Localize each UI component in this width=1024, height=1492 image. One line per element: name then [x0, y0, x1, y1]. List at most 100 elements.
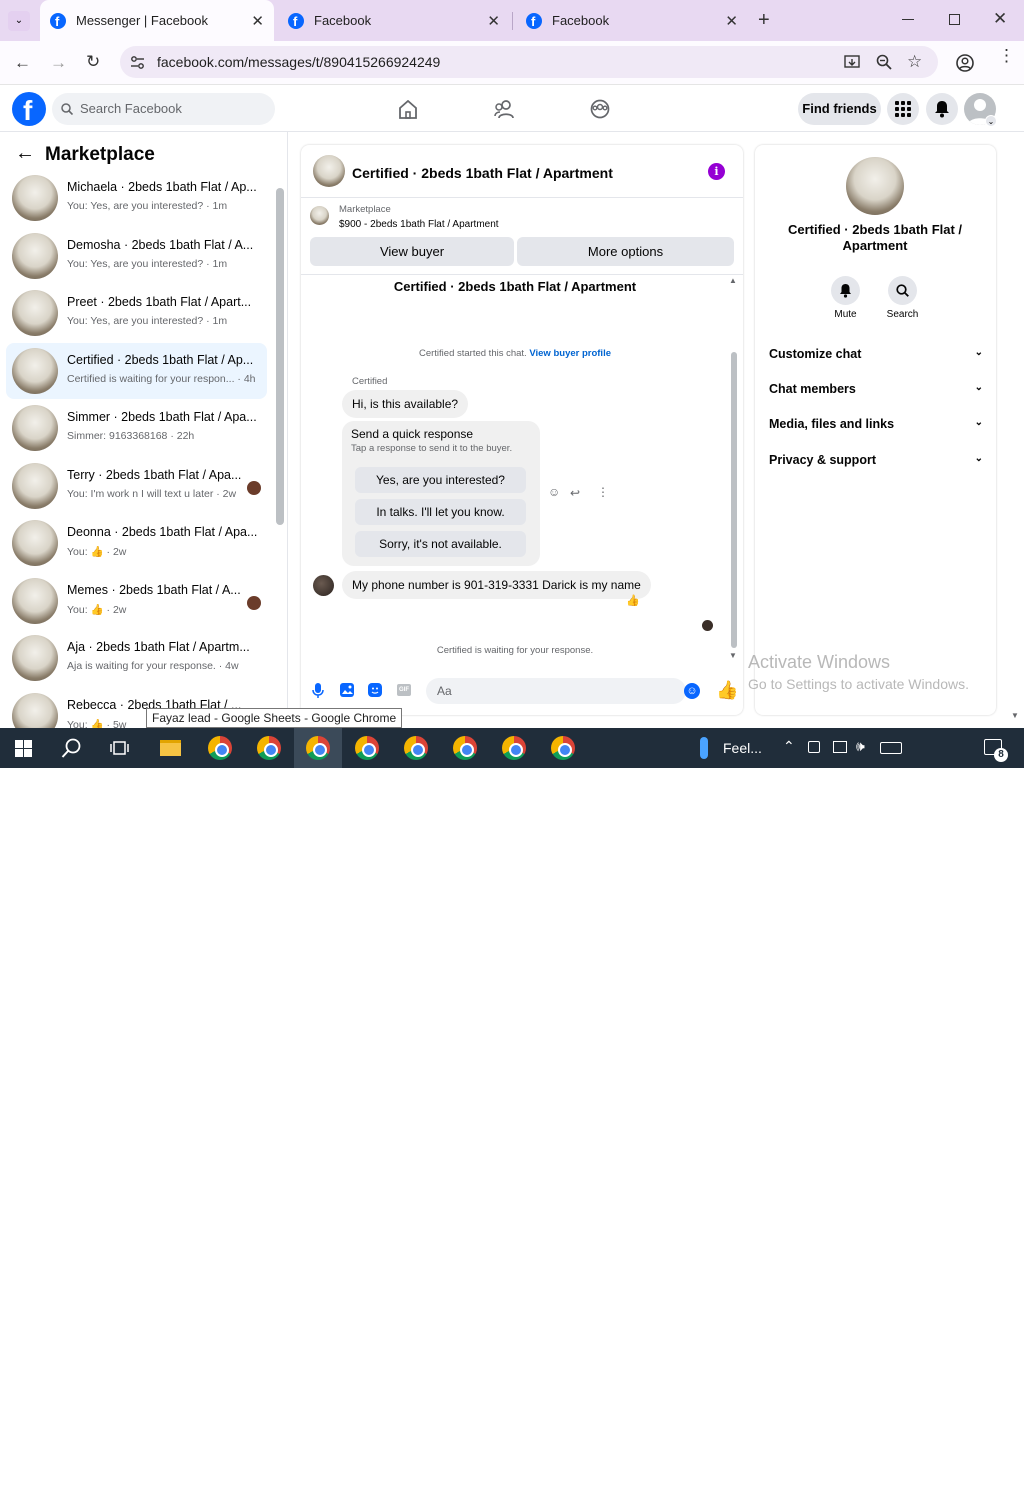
restore-icon[interactable]	[949, 14, 960, 25]
clock-date[interactable]: 1/25/2026	[913, 1478, 983, 1492]
back-arrow-icon[interactable]: ←	[15, 142, 35, 165]
chat-avatar[interactable]	[313, 155, 345, 187]
clock-time[interactable]: 7:57 PM	[918, 1461, 978, 1475]
gif-icon[interactable]: GIF	[397, 684, 411, 696]
close-icon[interactable]: ✕	[487, 12, 500, 30]
file-explorer-icon[interactable]	[160, 740, 181, 756]
sidebar-scrollbar[interactable]	[276, 188, 284, 525]
activate-windows-title: Activate Windows	[748, 652, 891, 672]
chrome-icon[interactable]	[355, 736, 379, 760]
page-scroll-down-icon[interactable]: ▼	[1011, 711, 1019, 720]
conversation-item[interactable]: Preet · 2beds 1bath Flat / Apart... You: …	[6, 285, 267, 341]
site-info-icon[interactable]	[130, 55, 145, 70]
buyer-avatar[interactable]	[313, 575, 334, 596]
windows-start-icon[interactable]	[15, 740, 32, 757]
window-close-icon[interactable]: ✕	[993, 9, 1007, 29]
task-view-icon[interactable]	[110, 739, 129, 757]
customize-chat-section[interactable]: Customize chat ⌄	[769, 347, 983, 361]
reload-icon[interactable]: ↻	[86, 52, 100, 72]
friends-icon[interactable]	[494, 100, 516, 119]
profile-icon[interactable]	[956, 54, 974, 72]
reply-icon[interactable]: ↩	[570, 486, 580, 500]
chrome-icon[interactable]	[257, 736, 281, 760]
scroll-down-icon[interactable]: ▼	[729, 651, 737, 660]
chrome-icon[interactable]	[404, 736, 428, 760]
waiting-notice: Certified is waiting for your response.	[436, 645, 594, 656]
conversation-item[interactable]: Michaela · 2beds 1bath Flat / Ap... You: …	[6, 170, 267, 226]
close-icon[interactable]: ✕	[251, 12, 264, 30]
more-options-button[interactable]: More options	[517, 237, 734, 266]
message-input[interactable]: Aa ☺	[426, 678, 700, 704]
microphone-icon[interactable]	[312, 683, 324, 699]
conversation-item[interactable]: Demosha · 2beds 1bath Flat / A... You: Ye…	[6, 228, 267, 284]
emoji-icon[interactable]: ☺	[684, 683, 700, 699]
close-icon[interactable]: ✕	[725, 12, 738, 30]
keyboard-icon[interactable]	[880, 742, 902, 754]
conversation-preview: You: Yes, are you interested? · 1m	[67, 315, 228, 327]
conversation-item[interactable]: Terry · 2beds 1bath Flat / Apa... You: I'…	[6, 458, 267, 514]
back-arrow-icon[interactable]: ←	[14, 53, 31, 73]
new-tab-plus-icon[interactable]: +	[758, 9, 770, 32]
network-icon[interactable]	[833, 741, 847, 753]
more-actions-icon[interactable]: ⋮	[597, 485, 609, 499]
find-friends-button[interactable]: Find friends	[798, 93, 881, 125]
chat-members-section[interactable]: Chat members ⌄	[769, 382, 983, 396]
chat-scrollbar[interactable]	[731, 352, 737, 648]
forward-arrow-icon[interactable]: →	[50, 53, 67, 73]
volume-icon[interactable]: 🕪	[856, 738, 865, 755]
notifications-button[interactable]	[926, 93, 958, 125]
quick-response-yes-button[interactable]: Yes, are you interested?	[355, 467, 526, 493]
react-smiley-icon[interactable]: ☺	[548, 485, 560, 499]
browser-tab-messenger[interactable]: f Messenger | Facebook ✕	[40, 0, 274, 41]
account-chevron-icon[interactable]: ⌄	[985, 115, 997, 127]
photo-icon[interactable]	[340, 683, 354, 697]
message-bubble[interactable]: Hi, is this available?	[342, 390, 469, 418]
search-icon[interactable]	[61, 738, 82, 759]
scroll-up-icon[interactable]: ▲	[729, 276, 737, 285]
zoom-icon[interactable]	[876, 54, 892, 70]
mute-button[interactable]	[831, 276, 860, 305]
search-conversation-button[interactable]	[888, 276, 917, 305]
phone-message-bubble[interactable]: My phone number is 901-319-3331 Darick i…	[342, 571, 651, 599]
divider	[301, 197, 743, 198]
install-app-icon[interactable]	[844, 54, 860, 70]
conversation-item[interactable]: Aja · 2beds 1bath Flat / Apartm... Aja is…	[6, 630, 267, 686]
tray-device-icon[interactable]	[808, 741, 820, 753]
chrome-icon[interactable]	[502, 736, 526, 760]
info-icon[interactable]: i	[708, 163, 725, 180]
tray-chevron-up-icon[interactable]: ⌃	[783, 738, 795, 755]
weather-text[interactable]: Feel...	[723, 740, 762, 756]
chrome-icon[interactable]	[306, 736, 330, 760]
minimize-icon[interactable]	[902, 19, 914, 20]
listing-thumbnail[interactable]	[310, 206, 329, 225]
tab-search-button[interactable]: ⌄	[8, 11, 30, 31]
chrome-icon[interactable]	[551, 736, 575, 760]
media-files-links-section[interactable]: Media, files and links ⌄	[769, 417, 983, 431]
facebook-search-input[interactable]: Search Facebook	[52, 93, 275, 125]
conversation-item[interactable]: Memes · 2beds 1bath Flat / A... You: 👍 · …	[6, 573, 267, 629]
view-buyer-profile-link[interactable]: View buyer profile	[529, 348, 611, 359]
groups-icon[interactable]	[590, 99, 610, 119]
chat-info-avatar[interactable]	[846, 157, 904, 215]
thumbs-up-send-icon[interactable]: 👍	[716, 680, 738, 701]
conversation-item[interactable]: Deonna · 2beds 1bath Flat / Apa... You: 👍…	[6, 515, 267, 571]
quick-response-sorry-button[interactable]: Sorry, it's not available.	[355, 531, 526, 557]
bookmark-star-icon[interactable]: ☆	[907, 52, 922, 72]
address-bar[interactable]: facebook.com/messages/t/890415266924249 …	[120, 46, 938, 78]
facebook-logo-icon[interactable]: f	[12, 92, 46, 126]
browser-tab-facebook-1[interactable]: f Facebook ✕	[278, 0, 510, 41]
sticker-icon[interactable]	[368, 683, 382, 697]
weather-thermometer-icon[interactable]	[700, 737, 708, 759]
quick-response-in-talks-button[interactable]: In talks. I'll let you know.	[355, 499, 526, 525]
chrome-icon[interactable]	[208, 736, 232, 760]
chat-title[interactable]: Certified · 2beds 1bath Flat / Apartment	[352, 165, 613, 181]
chrome-icon[interactable]	[453, 736, 477, 760]
conversation-item[interactable]: Simmer · 2beds 1bath Flat / Apa... Simmer…	[6, 400, 267, 456]
menu-button[interactable]	[887, 93, 919, 125]
browser-menu-icon[interactable]: ⋮	[998, 47, 1015, 64]
view-buyer-button[interactable]: View buyer	[310, 237, 514, 266]
conversation-item[interactable]: Certified · 2beds 1bath Flat / Ap... Cert…	[6, 343, 267, 399]
browser-tab-facebook-2[interactable]: f Facebook ✕	[516, 0, 748, 41]
privacy-support-section[interactable]: Privacy & support ⌄	[769, 453, 983, 467]
home-icon[interactable]	[398, 100, 418, 119]
